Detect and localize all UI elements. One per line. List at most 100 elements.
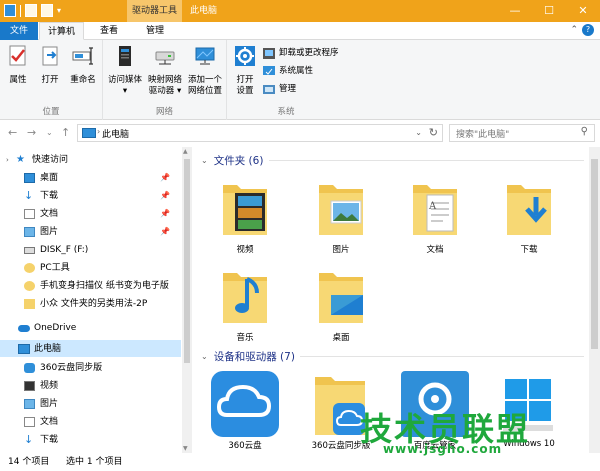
tab-computer[interactable]: 计算机	[39, 22, 85, 40]
qat-dropdown-icon[interactable]: ▾	[57, 6, 61, 15]
address-dropdown-icon[interactable]: ⌄	[415, 128, 422, 137]
address-bar-row: ← → ⌄ ↑ › 此电脑 ⌄ ↻ 搜索"此电脑" ⚲	[0, 121, 600, 145]
scroll-down-icon[interactable]: ▼	[183, 445, 188, 452]
new-file-qat-icon[interactable]	[41, 4, 53, 17]
up-arrow-icon[interactable]: ↑	[61, 126, 70, 139]
this-pc-icon	[18, 344, 30, 354]
folder-tile-documents[interactable]: A 文档	[395, 175, 475, 265]
360-sync-icon	[24, 363, 35, 373]
nav-this-pc-label: 此电脑	[34, 344, 62, 354]
download-arrow-icon: ↓	[24, 433, 34, 446]
download-arrow-icon: ↓	[24, 189, 34, 202]
folder-tile-downloads[interactable]: 下载	[489, 175, 569, 265]
access-media-dropdown-icon: ▾	[122, 86, 128, 96]
open-settings-button[interactable]: 打开 设置	[231, 44, 259, 97]
folder-tile-videos[interactable]: 视频	[205, 175, 285, 265]
pictures-folder-icon	[319, 185, 363, 235]
minimize-button[interactable]: —	[498, 0, 532, 22]
media-server-icon	[119, 46, 131, 66]
folder-tile-pictures[interactable]: 图片	[301, 175, 381, 265]
manage-icon	[263, 85, 275, 94]
uninstall-program-button[interactable]: 卸载或更改程序	[263, 47, 339, 60]
nav-pictures[interactable]: 图片 📌	[24, 224, 184, 240]
access-media-button[interactable]: 访问媒体 ▾	[105, 44, 145, 97]
pin-icon[interactable]: 📌	[160, 170, 170, 186]
ribbon-collapse-icon[interactable]: ⌃	[570, 25, 578, 35]
drive-tools-tab[interactable]: 驱动器工具	[127, 0, 182, 22]
properties-button[interactable]: 属性	[4, 44, 32, 86]
device-tile-360[interactable]: 360云盘	[205, 367, 285, 453]
checkmark-qat-icon[interactable]	[25, 4, 37, 17]
manage-button[interactable]: 管理	[263, 83, 296, 96]
group-system-name: 系统	[277, 107, 295, 117]
star-icon: ★	[16, 154, 25, 165]
open-label: 打开	[41, 75, 59, 85]
help-icon[interactable]: ?	[582, 24, 594, 36]
settings-gear-icon	[235, 46, 255, 66]
breadcrumb-chevron-icon[interactable]: ›	[97, 127, 100, 136]
recent-dropdown-icon[interactable]: ⌄	[46, 128, 53, 137]
content-scrollbar-thumb[interactable]	[591, 159, 598, 349]
breadcrumb[interactable]: 此电脑	[102, 127, 129, 140]
devices-section-header[interactable]: ⌄ 设备和驱动器 (7)	[201, 348, 295, 364]
group-location-name: 位置	[42, 107, 60, 117]
tab-manage[interactable]: 管理	[138, 22, 172, 40]
forward-arrow-icon[interactable]: →	[27, 126, 36, 139]
nav-desktop[interactable]: 桌面 📌	[24, 170, 184, 186]
properties-icon	[9, 45, 26, 66]
properties-qat-icon[interactable]	[4, 4, 16, 17]
nav-downloads[interactable]: ↓ 下载 📌	[24, 188, 184, 204]
video-folder-icon	[223, 185, 267, 235]
folder-label: 文档	[426, 245, 444, 255]
tab-file[interactable]: 文件	[0, 22, 38, 40]
search-icon: ⚲	[580, 126, 588, 137]
search-input[interactable]: 搜索"此电脑" ⚲	[449, 124, 595, 142]
access-media-label: 访问媒体	[107, 75, 142, 85]
nav-scrollbar-thumb[interactable]	[184, 159, 190, 363]
scroll-up-icon[interactable]: ▲	[183, 148, 188, 155]
pin-icon[interactable]: 📌	[160, 188, 170, 204]
nav-onedrive-label: OneDrive	[34, 323, 77, 333]
monitor-network-icon	[195, 47, 215, 65]
system-properties-button[interactable]: 系统属性	[263, 65, 313, 78]
folder-label: 音乐	[236, 333, 254, 343]
manage-label: 管理	[279, 84, 297, 94]
tab-view[interactable]: 查看	[92, 22, 126, 40]
search-placeholder: 搜索"此电脑"	[456, 130, 510, 140]
section-divider	[300, 356, 584, 357]
selected-count: 选中 1 个项目	[66, 457, 123, 467]
group-network-name: 网络	[155, 107, 173, 117]
item-count: 14 个项目	[8, 457, 50, 467]
address-box[interactable]: › 此电脑 ⌄ ↻	[77, 124, 443, 142]
content-scrollbar[interactable]	[589, 147, 600, 453]
uninstall-icon	[263, 48, 275, 59]
nav-scrollbar[interactable]: ▲ ▼	[182, 147, 192, 453]
video-icon	[24, 381, 35, 391]
picture-icon	[24, 227, 35, 237]
maximize-button[interactable]: ☐	[532, 0, 566, 22]
open-button[interactable]: 打开	[36, 44, 64, 86]
pin-icon[interactable]: 📌	[160, 206, 170, 222]
pin-icon[interactable]: 📌	[160, 224, 170, 240]
group-location: 属性 打开 重命名 位置	[0, 40, 103, 120]
this-pc-icon	[82, 128, 96, 138]
system-properties-label: 系统属性	[279, 66, 314, 76]
folder-tile-desktop[interactable]: 桌面	[301, 267, 381, 347]
rename-button[interactable]: 重命名	[66, 44, 100, 86]
nav-documents[interactable]: 文档 📌	[24, 206, 184, 222]
close-button[interactable]: ✕	[566, 0, 600, 22]
refresh-icon[interactable]: ↻	[429, 126, 438, 139]
folder-tile-music[interactable]: 音乐	[205, 267, 285, 347]
folders-section-header[interactable]: ⌄ 文件夹 (6)	[201, 152, 263, 168]
desktop-icon	[24, 173, 35, 183]
rename-icon	[72, 47, 93, 65]
document-icon	[24, 209, 35, 219]
document-icon	[24, 417, 35, 427]
map-drive-label-1: 映射网络	[147, 75, 182, 85]
map-drive-dropdown-icon: ▾	[176, 86, 182, 96]
folder-check-icon	[24, 281, 35, 291]
back-arrow-icon[interactable]: ←	[8, 126, 17, 139]
map-drive-button[interactable]: 映射网络 驱动器 ▾	[145, 44, 185, 97]
desktop-folder-icon	[319, 273, 363, 323]
add-network-location-button[interactable]: 添加一个 网络位置	[185, 44, 225, 97]
